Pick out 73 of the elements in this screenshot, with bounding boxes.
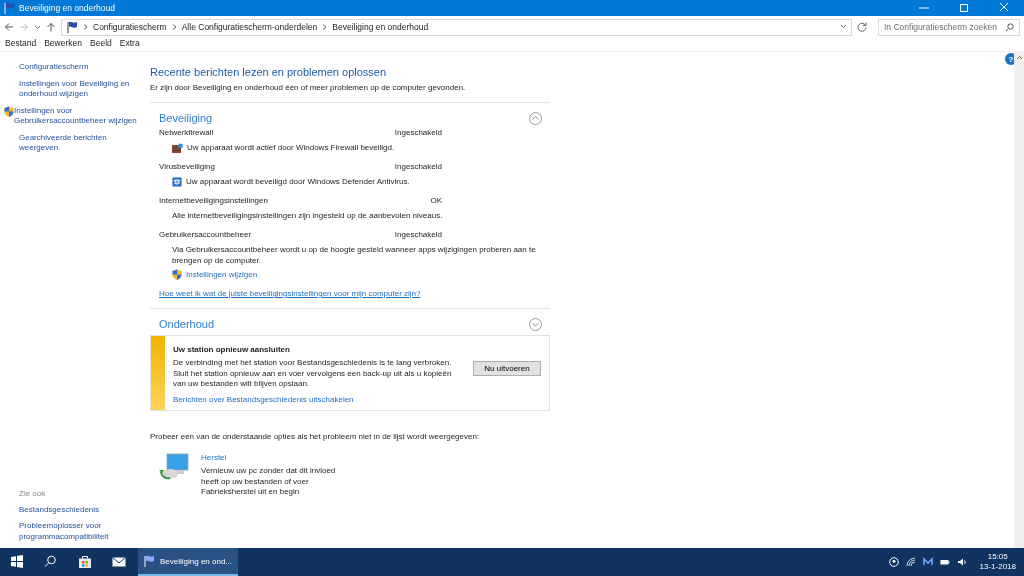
expand-icon[interactable] [529,317,542,331]
windows-icon[interactable] [10,555,24,569]
settings-link[interactable]: Instellingen wijzigen [186,270,258,279]
chevron-right-icon [171,23,177,31]
section-title[interactable]: Beveiliging [159,112,529,124]
shopping-bag-icon[interactable] [78,555,92,569]
refresh-icon[interactable] [857,22,867,32]
scrollbar[interactable] [1014,52,1024,548]
search-icon[interactable] [1005,22,1014,32]
alternatives-intro: Probeer een van de onderstaande opties als het probleem niet in de lijst wordt weergegeven: [150,432,481,442]
chevron-right-icon [83,23,88,31]
chevron-right-icon [322,23,328,31]
help-link[interactable]: Hoe weet ik wat de juiste beveiligingsinstellingen voor mijn computer zijn? [159,289,421,298]
scroll-up-icon[interactable] [1015,55,1023,60]
item-status: Ingeschakeld [394,162,442,171]
shield-icon [172,269,182,280]
item-status: OK [430,196,442,205]
sidebar-link[interactable]: Instellingen voor Gebruikersaccountbeheer wijzigen [14,105,150,127]
search-field[interactable]: In Configuratiescherm zoeken [878,18,1020,36]
run-now-button[interactable]: Nu uitvoeren [473,361,541,376]
item-name: Internetbeveiligingsinstellingen [159,196,269,205]
menu-item[interactable]: Bestand [5,38,41,51]
up-icon[interactable] [46,22,56,32]
item-status: Ingeschakeld [394,128,442,137]
m-logo-icon[interactable] [922,557,933,567]
item-name: Virusbeveiliging [159,162,216,171]
item-description: Uw apparaat wordt actief door Windows Firewall beveiligd. [187,142,395,153]
recovery-link[interactable]: Herstel [201,453,227,463]
flag-icon [143,555,155,567]
item-description: Via Gebruikersaccountbeheer wordt u op de hoogte gesteld wanneer apps wijzigingen proberen aan te brengen op de computer. [172,244,537,266]
menu-item[interactable]: Extra [119,38,144,51]
item-name: Gebruikersaccountbeheer [159,230,253,239]
clock[interactable]: 15:05 13-1-2018 [979,552,1016,572]
breadcrumb-item[interactable]: Configuratiescherm [93,22,167,32]
alert-text: De verbinding met het station voor Bestandsgeschiedenis is te lang verbroken. Sluit het station opnieuw aan en voer vervolgens een back-up uit als u kopieën van uw bestanden wilt blijven opslaan. [173,358,453,391]
flag-icon [3,2,15,14]
see-also-heading: Zie ook [19,488,47,498]
mail-icon[interactable] [112,555,126,569]
sidebar-link[interactable]: Bestandsgeschiedenis [19,504,112,515]
item-status: Ingeschakeld [394,230,442,239]
flag-icon [66,21,78,33]
section-title[interactable]: Onderhoud [159,318,529,330]
recovery-description: Vernieuw uw pc zonder dat dit invloed heeft op uw bestanden of voer Fabrieksherstel uit en begin [201,466,337,498]
sidebar-link[interactable]: Probleemoplosser voor programmacompatibiliteit [19,521,150,542]
alert-link[interactable]: Berichten over Bestandsgeschiedenis uitschakelen [173,395,354,405]
monitor-icon [159,453,189,482]
wifi-icon[interactable] [905,557,916,567]
brick-wall-icon [172,142,183,153]
battery-icon[interactable] [939,557,950,567]
item-description: Uw apparaat wordt beveiligd door Windows Defender Antivirus. [186,176,410,187]
intro-text: Er zijn door Beveiliging en onderhoud één of meer problemen op de computer gevonden. [150,83,467,92]
shield-icon [4,105,14,117]
sidebar-link[interactable]: Configuratiescherm [19,62,101,73]
breadcrumb-item[interactable]: Alle Configuratiescherm-onderdelen [181,22,318,32]
sidebar-link[interactable]: Instellingen voor Beveiliging en onderhoud wijzigen [19,78,150,100]
speaker-icon[interactable] [956,557,967,567]
page-heading: Recente berichten lezen en problemen oplossen [150,66,388,78]
shield-icon [172,176,182,187]
breadcrumb-item[interactable]: Beveiliging en onderhoud [332,22,429,32]
search-icon[interactable] [44,555,58,569]
window-title: Beveiliging en onderhoud [19,3,116,13]
collapse-icon[interactable] [529,111,542,125]
sidebar-link[interactable]: Gearchiveerde berichten weergeven [19,132,150,154]
back-icon[interactable] [4,22,14,32]
chevron-down-icon[interactable] [840,23,847,31]
address-field[interactable]: Configuratiescherm Alle Configuratiescherm-onderdelen Beveiliging en onderhoud [61,18,852,36]
menu-item[interactable]: Beeld [90,38,116,51]
taskbar-app-button[interactable]: Beveiliging en ond... [138,548,238,576]
people-icon[interactable] [888,557,899,567]
menu-item[interactable]: Bewerken [44,38,86,51]
alert-title: Uw station opnieuw aansluiten [173,345,291,354]
item-name: Netwerkfirewall [159,128,215,137]
item-description: Alle internetbeveiligingsinstellingen zijn ingesteld op de aanbevolen niveaus. [172,210,443,221]
